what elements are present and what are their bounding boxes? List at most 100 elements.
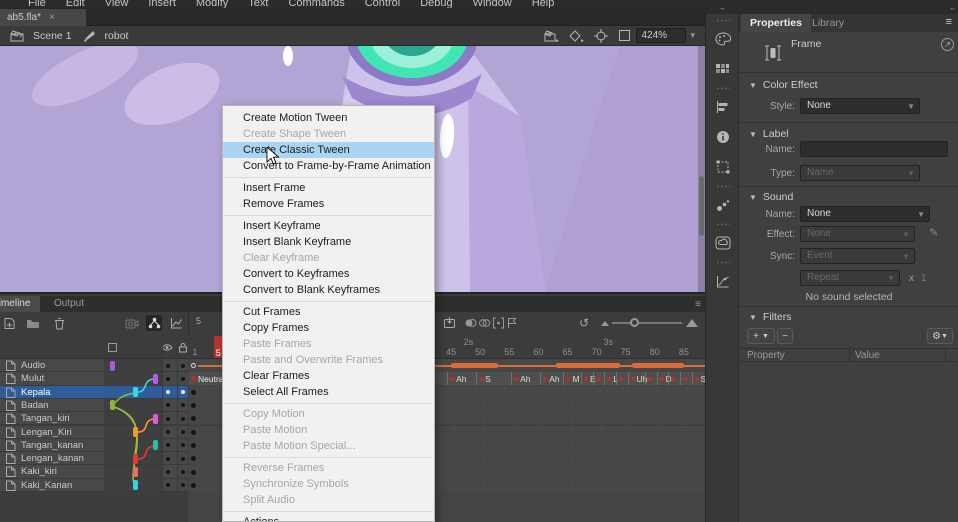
timeline-zoom-in-icon[interactable] <box>684 315 700 331</box>
info-panel-icon[interactable] <box>706 122 739 152</box>
parent-marker[interactable] <box>133 467 138 477</box>
lock-dot[interactable] <box>181 470 185 474</box>
keyframe-dot[interactable] <box>191 430 196 435</box>
timeline-zoom-knob[interactable] <box>630 318 639 327</box>
layer-row-kepala[interactable]: Kepala <box>0 386 188 399</box>
mouth-keyframe[interactable] <box>668 372 669 385</box>
tab-library[interactable]: Library <box>803 14 853 32</box>
layer-row-badan[interactable]: Badan <box>0 399 188 412</box>
new-folder-button[interactable] <box>25 315 41 331</box>
keyframe-dot[interactable] <box>191 456 196 461</box>
mouth-keyframe[interactable]: Ah <box>447 372 448 385</box>
scene-clapperboard-icon[interactable] <box>10 30 24 42</box>
lock-dot[interactable] <box>181 377 185 381</box>
panel-menu-icon[interactable]: ≡ <box>946 16 952 28</box>
menu-item-convert-to-frame-by-frame-animation[interactable]: Convert to Frame-by-Frame Animation› <box>223 158 434 174</box>
mouth-keyframe[interactable] <box>616 372 617 385</box>
sound-name-select[interactable]: None▼ <box>800 206 930 222</box>
menu-item-select-all-frames[interactable]: Select All Frames <box>223 384 434 400</box>
section-filters[interactable]: ▼Filters <box>749 311 792 323</box>
label-name-input[interactable] <box>800 141 948 157</box>
visibility-dot[interactable] <box>166 443 170 447</box>
dock-drag-handle[interactable] <box>716 87 730 90</box>
mouth-keyframe[interactable] <box>680 372 681 385</box>
visibility-dot[interactable] <box>166 457 170 461</box>
dock-drag-handle[interactable] <box>716 185 730 188</box>
modify-markers-button[interactable] <box>504 315 520 331</box>
visibility-dot[interactable] <box>166 417 170 421</box>
parent-marker[interactable] <box>153 414 158 424</box>
layer-row-mulut[interactable]: Mulut <box>0 372 188 385</box>
menu-help[interactable]: Help <box>522 0 565 8</box>
section-sound[interactable]: ▼Sound <box>749 191 793 203</box>
edit-scene-button[interactable] <box>544 30 559 42</box>
keyframe-dot[interactable] <box>191 470 196 475</box>
cc-libraries-panel-icon[interactable] <box>706 228 739 258</box>
keyframe-dot[interactable] <box>191 443 196 448</box>
label-name-input-field[interactable] <box>807 142 941 155</box>
document-tab[interactable]: ab5.fla*× <box>0 9 86 26</box>
breadcrumb-symbol[interactable]: robot <box>105 30 129 42</box>
lock-dot[interactable] <box>181 417 185 421</box>
menu-item-convert-to-keyframes[interactable]: Convert to Keyframes <box>223 266 434 282</box>
swatches-panel-icon[interactable] <box>706 54 739 84</box>
stage-vertical-scrollbar[interactable] <box>698 46 705 292</box>
menu-item-insert-frame[interactable]: Insert Frame <box>223 180 434 196</box>
dock-drag-handle[interactable] <box>716 223 730 226</box>
lock-dot[interactable] <box>181 457 185 461</box>
layer-parenting-view-button[interactable] <box>146 315 162 331</box>
menu-item-create-motion-tween[interactable]: Create Motion Tween <box>223 110 434 126</box>
layer-row-lengan-kiri[interactable]: Lengan_Kiri <box>0 426 188 439</box>
mouth-keyframe[interactable]: M <box>563 372 564 385</box>
zoom-level-select[interactable]: 424% <box>636 28 686 43</box>
mouth-keyframe[interactable] <box>645 372 646 385</box>
parent-marker[interactable] <box>153 374 158 384</box>
lock-dot[interactable] <box>181 364 185 368</box>
layer-depth-graph-button[interactable] <box>168 315 184 331</box>
brush-library-panel-icon[interactable] <box>706 190 739 220</box>
menu-window[interactable]: Window <box>463 0 522 8</box>
layer-row-kaki-kanan[interactable]: Kaki_Kanan <box>0 479 188 492</box>
edit-sound-pencil-icon[interactable]: ✎ <box>929 226 938 239</box>
timeline-panel-menu-icon[interactable]: ≡ <box>695 299 701 310</box>
motion-editor-panel-icon[interactable] <box>706 266 739 296</box>
menu-item-actions[interactable]: Actions <box>223 514 434 522</box>
visibility-dot[interactable] <box>166 377 170 381</box>
mouth-keyframe[interactable]: Ah <box>511 372 512 385</box>
keyframe-dot[interactable] <box>191 483 196 488</box>
visibility-dot[interactable] <box>166 390 170 394</box>
layer-row-lengan-kanan[interactable]: Lengan_kanan <box>0 452 188 465</box>
dock-drag-handle[interactable] <box>716 261 730 264</box>
parent-marker[interactable] <box>133 427 138 437</box>
section-label[interactable]: ▼Label <box>749 128 789 140</box>
style-select[interactable]: None▼ <box>800 98 920 114</box>
keyframe-dot[interactable] <box>191 416 196 421</box>
menu-item-insert-blank-keyframe[interactable]: Insert Blank Keyframe <box>223 234 434 250</box>
mouth-keyframe[interactable]: S <box>692 372 693 385</box>
menu-item-create-classic-tween[interactable]: Create Classic Tween <box>223 142 434 158</box>
menu-insert[interactable]: Insert <box>138 0 186 8</box>
parent-marker[interactable] <box>133 454 138 464</box>
visibility-dot[interactable] <box>166 483 170 487</box>
parent-marker[interactable] <box>110 400 115 410</box>
transform-panel-icon[interactable] <box>706 152 739 182</box>
menu-view[interactable]: View <box>95 0 139 8</box>
layer-row-audio[interactable]: Audio <box>0 359 188 372</box>
mouth-keyframe[interactable]: L <box>604 372 605 385</box>
lock-dot[interactable] <box>181 483 185 487</box>
mouth-keyframe[interactable]: E <box>581 372 582 385</box>
color-panel-icon[interactable] <box>706 24 739 54</box>
parent-marker[interactable] <box>133 387 138 397</box>
menu-commands[interactable]: Commands <box>278 0 354 8</box>
timeline-zoom-out-icon[interactable] <box>597 315 613 331</box>
keyframe-hollow[interactable] <box>191 363 196 368</box>
delete-layer-button[interactable] <box>51 315 67 331</box>
filter-options-gear-button[interactable]: ⚙ ▼ <box>927 328 953 344</box>
add-filter-button[interactable]: + ▼ <box>747 328 775 344</box>
menu-item-copy-frames[interactable]: Copy Frames <box>223 320 434 336</box>
layer-row-kaki-kiri[interactable]: Kaki_kiri <box>0 465 188 478</box>
breadcrumb-scene[interactable]: Scene 1 <box>33 30 72 42</box>
visibility-dot[interactable] <box>166 403 170 407</box>
layer-row-tangan-kanan[interactable]: Tangan_kanan <box>0 439 188 452</box>
visibility-dot[interactable] <box>166 364 170 368</box>
